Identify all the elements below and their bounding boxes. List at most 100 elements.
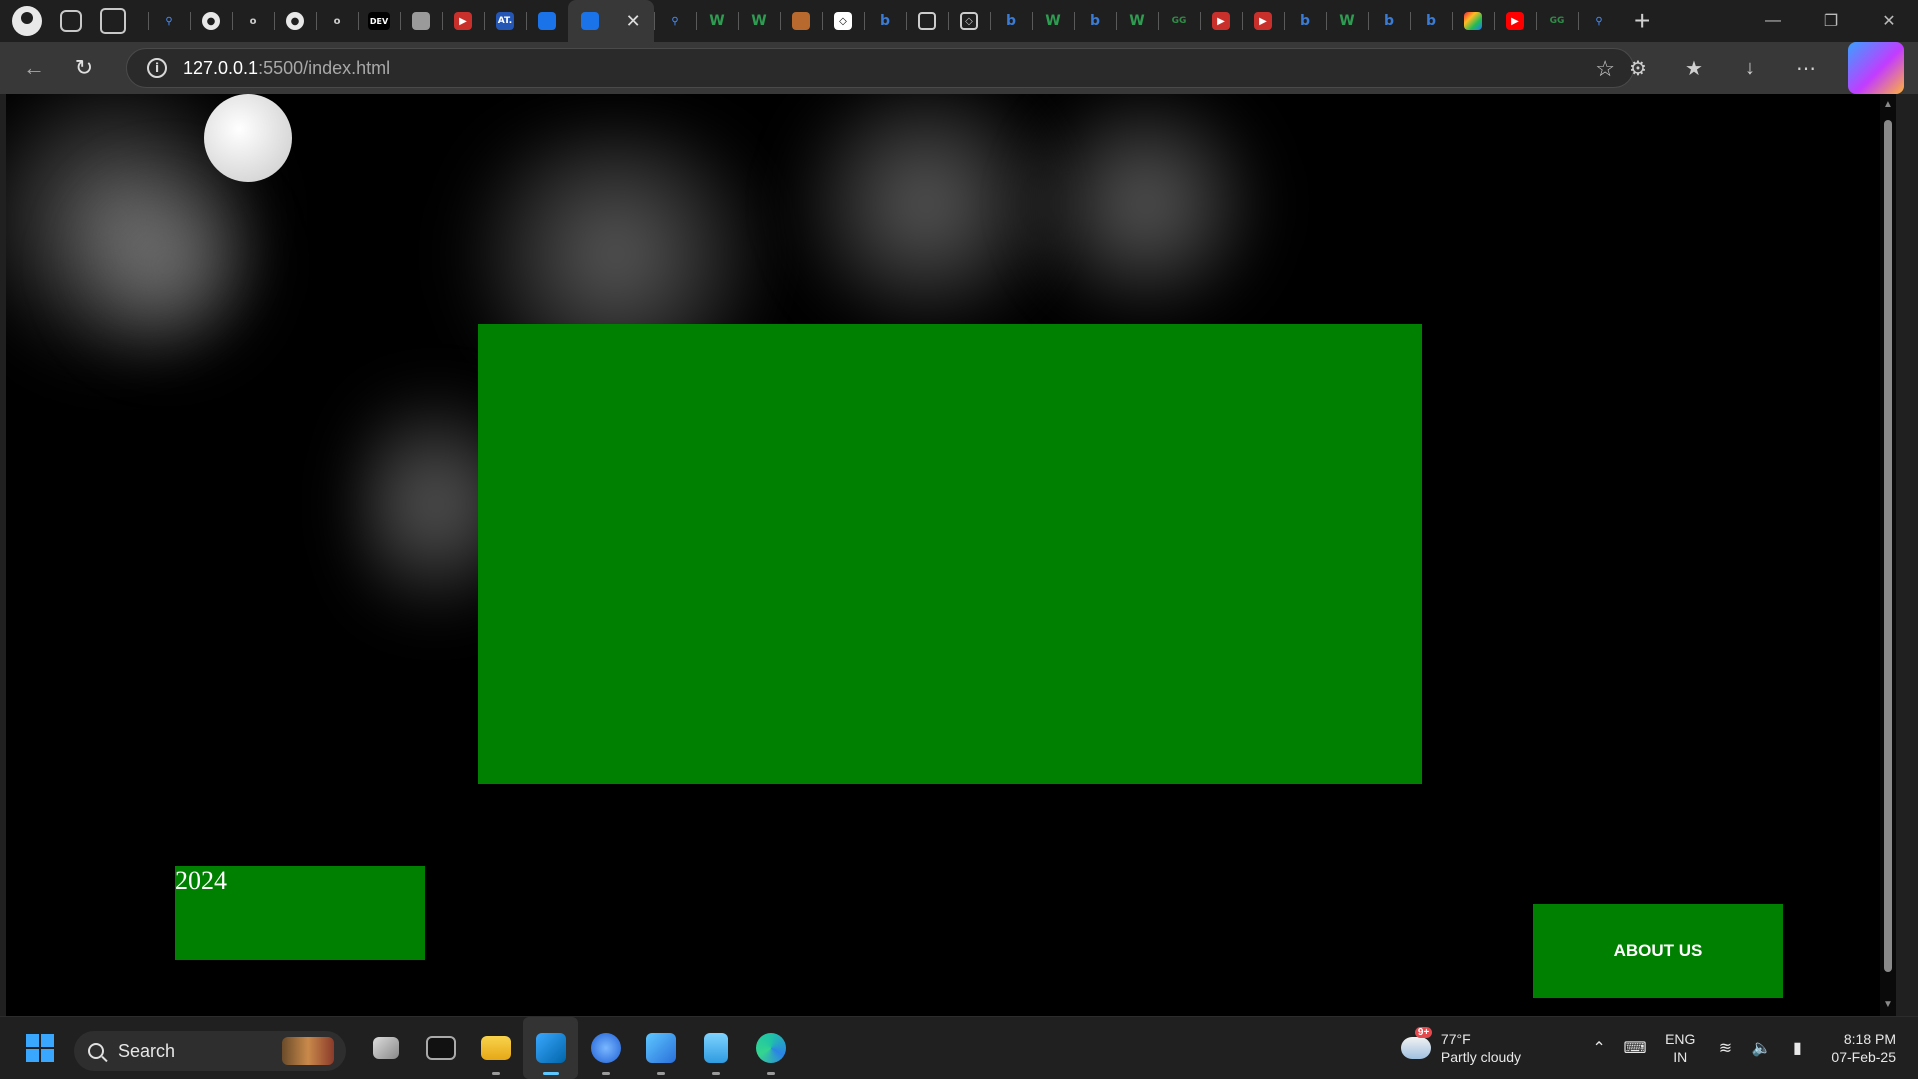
downloads-icon[interactable]: ↓ — [1722, 42, 1778, 94]
chevron-up-icon[interactable]: ⌃ — [1581, 1017, 1617, 1079]
tab[interactable]: ⚲ — [654, 0, 696, 42]
tab[interactable]: ◇ — [948, 0, 990, 42]
tab[interactable]: ⚲ — [1578, 0, 1620, 42]
scroll-down-icon[interactable]: ▼ — [1883, 1000, 1893, 1010]
search-icon: ⚲ — [671, 15, 679, 27]
w-icon: W — [1129, 13, 1145, 29]
tab[interactable]: W — [1032, 0, 1074, 42]
tab[interactable]: b — [1074, 0, 1116, 42]
bing-icon: b — [879, 13, 891, 29]
volume-icon[interactable]: 🔈 — [1743, 1017, 1779, 1079]
restore-icon[interactable]: ❐ — [1802, 0, 1860, 42]
refresh-icon[interactable]: ↻ — [64, 48, 104, 88]
w-icon: W — [709, 13, 725, 29]
bing-icon: b — [1089, 13, 1101, 29]
new-tab-button[interactable]: + — [1634, 5, 1650, 37]
notification-badge: 9+ — [1414, 1027, 1433, 1038]
extensions-icon[interactable]: ⚙ — [1610, 42, 1666, 94]
w-icon: W — [751, 13, 767, 29]
copilot-icon[interactable] — [1848, 42, 1904, 94]
clock-time: 8:18 PM — [1843, 1031, 1896, 1047]
profile-avatar-icon[interactable] — [12, 6, 42, 36]
about-us-button[interactable]: ABOUT US — [1533, 904, 1783, 998]
scrollbar-thumb[interactable] — [1884, 120, 1892, 972]
tab[interactable]: b — [1410, 0, 1452, 42]
youtube-icon: ▶ — [1254, 12, 1272, 30]
tab[interactable]: o — [232, 0, 274, 42]
close-window-icon[interactable]: ✕ — [1860, 0, 1918, 42]
tab[interactable]: ⚲ — [148, 0, 190, 42]
tab[interactable]: b — [1368, 0, 1410, 42]
window-controls: — ❐ ✕ — [1744, 0, 1918, 42]
tab[interactable] — [400, 0, 442, 42]
scroll-up-icon[interactable]: ▲ — [1883, 100, 1893, 110]
tab[interactable]: W — [1326, 0, 1368, 42]
taskbar-app-edge[interactable] — [743, 1017, 798, 1079]
taskbar-app-notepad[interactable] — [688, 1017, 743, 1079]
workspaces-icon[interactable] — [60, 10, 82, 32]
close-tab-icon[interactable]: ✕ — [626, 11, 641, 32]
taskbar-app-firefox[interactable] — [578, 1017, 633, 1079]
tab[interactable]: ◇ — [822, 0, 864, 42]
tab[interactable]: b — [990, 0, 1032, 42]
codepen-icon: ◇ — [834, 12, 852, 30]
url-host: 127.0.0.1 — [183, 57, 259, 78]
address-bar[interactable]: i 127.0.0.1:5500/index.html ☆ — [126, 48, 1634, 88]
weather-widget[interactable]: 9+ 77°F Partly cloudy — [1400, 1027, 1521, 1066]
tab[interactable] — [780, 0, 822, 42]
tab[interactable]: ● — [274, 0, 316, 42]
url-text[interactable]: 127.0.0.1:5500/index.html — [183, 58, 390, 79]
taskbar-app-vscode[interactable] — [523, 1017, 578, 1079]
tab[interactable]: ▶ — [1494, 0, 1536, 42]
weather-text: 77°F Partly cloudy — [1441, 1030, 1521, 1066]
github-icon: ● — [286, 12, 304, 30]
more-icon[interactable]: ⋯ — [1778, 42, 1834, 94]
tab[interactable]: W — [696, 0, 738, 42]
tab[interactable]: ▶ — [1242, 0, 1284, 42]
tab[interactable]: ▶ — [442, 0, 484, 42]
taskbar-app-file-explorer[interactable] — [468, 1017, 523, 1079]
taskbar: Search 9+ 77°F Partly cloudy ⌃ ⌨ ENG IN … — [0, 1016, 1918, 1079]
clock[interactable]: 8:18 PM 07-Feb-25 — [1831, 1030, 1896, 1066]
tab[interactable] — [526, 0, 568, 42]
minimize-icon[interactable]: — — [1744, 0, 1802, 42]
tab[interactable]: GG — [1536, 0, 1578, 42]
taskbar-search[interactable]: Search — [74, 1031, 346, 1071]
language-indicator[interactable]: ENG IN — [1665, 1030, 1695, 1066]
tab[interactable]: o — [316, 0, 358, 42]
at-icon: AT. — [496, 12, 514, 30]
back-icon[interactable]: ← — [14, 48, 54, 88]
keyboard-icon[interactable]: ⌨ — [1617, 1017, 1653, 1079]
region-code: IN — [1673, 1049, 1688, 1065]
running-indicator — [766, 1072, 775, 1075]
vertical-tabs-icon[interactable] — [100, 8, 126, 34]
tab[interactable]: GG — [1158, 0, 1200, 42]
wifi-icon[interactable]: ≋ — [1707, 1017, 1743, 1079]
newspaper-icon — [412, 12, 430, 30]
tab[interactable] — [906, 0, 948, 42]
bing-icon: b — [1299, 13, 1311, 29]
partly-cloudy-icon: 9+ — [1400, 1027, 1433, 1059]
favorites-icon[interactable]: ★ — [1666, 42, 1722, 94]
tab[interactable] — [1452, 0, 1494, 42]
tab[interactable]: ● — [190, 0, 232, 42]
taskbar-app-paint[interactable] — [633, 1017, 688, 1079]
site-info-icon[interactable]: i — [147, 58, 167, 78]
battery-icon[interactable]: ▮ — [1779, 1017, 1815, 1079]
tab[interactable]: DEV — [358, 0, 400, 42]
page-scrollbar[interactable]: ▲ ▼ — [1880, 94, 1896, 1016]
running-indicator — [601, 1072, 610, 1075]
active-tab[interactable]: ✕ — [568, 0, 654, 42]
taskbar-app-task-view[interactable] — [358, 1017, 413, 1079]
tab[interactable]: b — [864, 0, 906, 42]
tab[interactable]: W — [1116, 0, 1158, 42]
tab[interactable]: ▶ — [1200, 0, 1242, 42]
browser-tab-strip: ⚲ ● o ● o DEV ▶ AT. ✕ ⚲ W W ◇ b ◇ b W b … — [0, 0, 1918, 42]
tab[interactable]: b — [1284, 0, 1326, 42]
windows-start-icon[interactable] — [26, 1033, 54, 1062]
task-view-icon — [372, 1037, 399, 1059]
file-explorer-icon — [480, 1036, 511, 1060]
tab[interactable]: AT. — [484, 0, 526, 42]
tab[interactable]: W — [738, 0, 780, 42]
taskbar-app-terminal[interactable] — [413, 1017, 468, 1079]
